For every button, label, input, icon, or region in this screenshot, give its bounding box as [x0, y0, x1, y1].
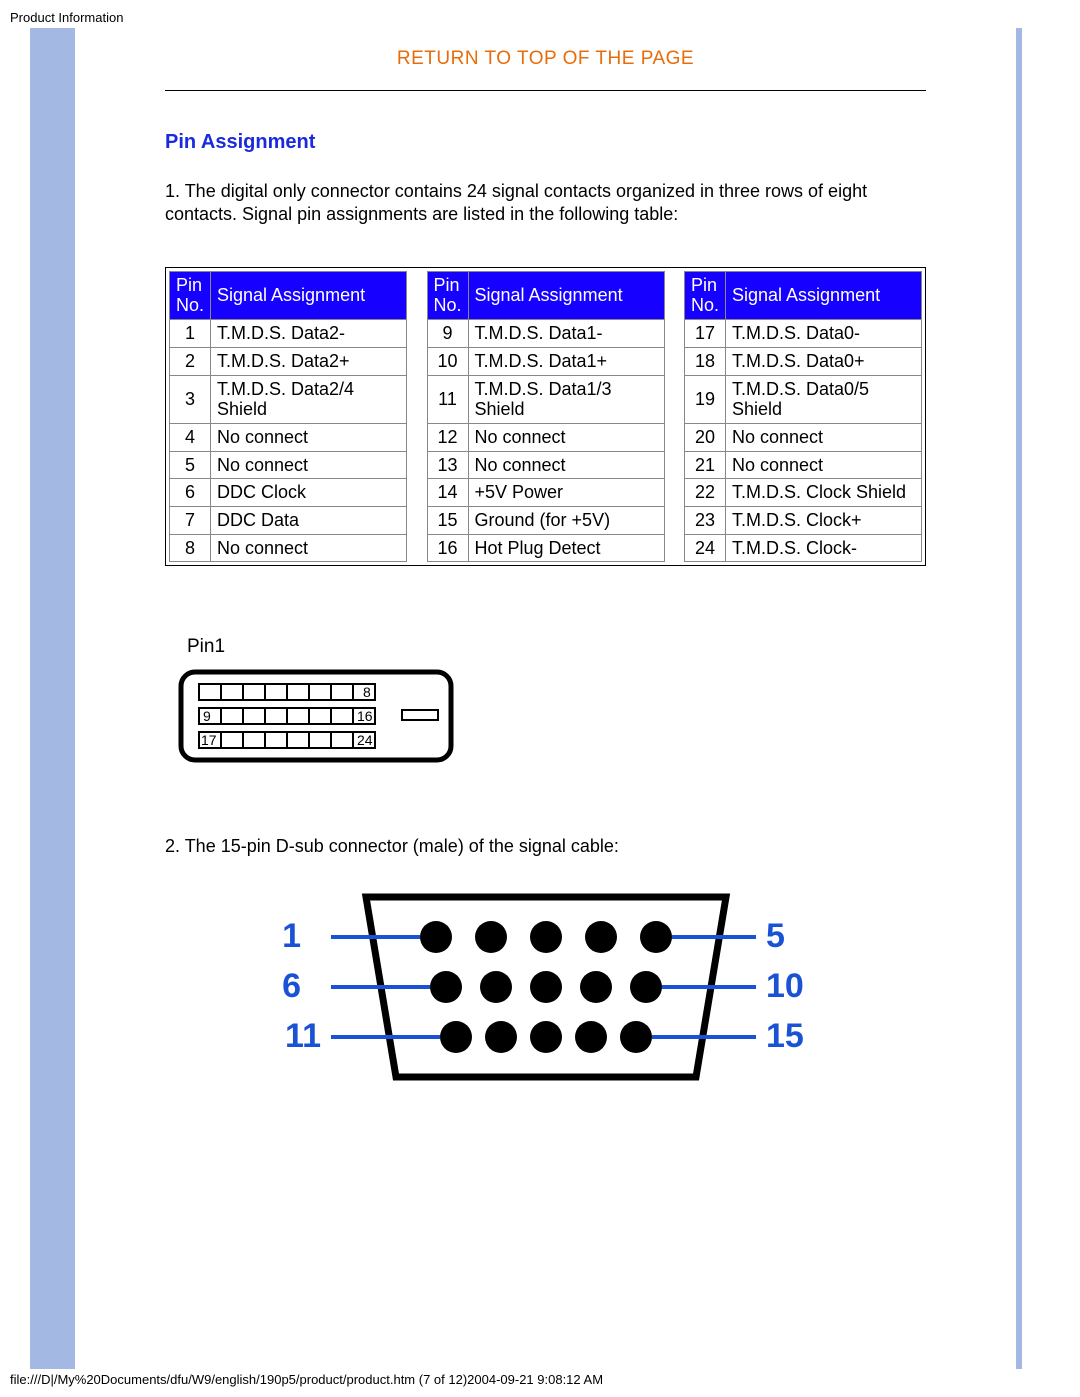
vga-label-6: 6 — [282, 967, 301, 1005]
vga-label-11: 11 — [285, 1017, 321, 1055]
table-row: 8No connect — [170, 534, 407, 562]
main-content: RETURN TO TOP OF THE PAGE Pin Assignment… — [75, 28, 1016, 1369]
table-row: 23T.M.D.S. Clock+ — [685, 506, 922, 534]
sidebar-accent-right — [1016, 28, 1022, 1369]
table-row: 24T.M.D.S. Clock- — [685, 534, 922, 562]
section-title: Pin Assignment — [165, 131, 926, 154]
divider — [165, 90, 926, 91]
vga-label-10: 10 — [766, 967, 804, 1005]
table-row: 21No connect — [685, 451, 922, 479]
table-row: 12No connect — [427, 423, 664, 451]
dvi-pin-24: 24 — [357, 732, 373, 748]
dvi-connector-icon: 8 9 16 17 24 — [177, 666, 517, 771]
page-header: Product Information — [10, 10, 123, 25]
table-row: 15Ground (for +5V) — [427, 506, 664, 534]
table-row: 10T.M.D.S. Data1+ — [427, 347, 664, 375]
table-row: 22T.M.D.S. Clock Shield — [685, 479, 922, 507]
table-row: 17T.M.D.S. Data0- — [685, 320, 922, 348]
table-row: 5No connect — [170, 451, 407, 479]
th-sig: Signal Assignment — [468, 271, 664, 319]
table-row: 2T.M.D.S. Data2+ — [170, 347, 407, 375]
dvi-connector-figure: Pin1 8 9 16 17 24 — [165, 636, 926, 776]
table-row: 3T.M.D.S. Data2/4 Shield — [170, 375, 407, 423]
table-row: 14+5V Power — [427, 479, 664, 507]
return-to-top-wrap: RETURN TO TOP OF THE PAGE — [165, 48, 926, 70]
table-row: 7DDC Data — [170, 506, 407, 534]
intro-text-2: 2. The 15-pin D-sub connector (male) of … — [165, 836, 926, 857]
table-row: 16Hot Plug Detect — [427, 534, 664, 562]
vga-label-5: 5 — [766, 917, 785, 955]
table-row: 20No connect — [685, 423, 922, 451]
page-footer: file:///D|/My%20Documents/dfu/W9/english… — [10, 1372, 603, 1387]
dvi-pin-16: 16 — [357, 708, 373, 724]
dvi-pin1-label: Pin1 — [187, 636, 926, 658]
table-row: 19T.M.D.S. Data0/5 Shield — [685, 375, 922, 423]
th-sig: Signal Assignment — [211, 271, 407, 319]
pin-table-2: Pin No.Signal Assignment 9T.M.D.S. Data1… — [427, 271, 665, 563]
vga-label-1: 1 — [282, 917, 301, 955]
dvi-pin-9: 9 — [203, 708, 211, 724]
return-to-top-link[interactable]: RETURN TO TOP OF THE PAGE — [397, 48, 694, 69]
table-row: 4No connect — [170, 423, 407, 451]
table-row: 6DDC Clock — [170, 479, 407, 507]
table-row: 11T.M.D.S. Data1/3 Shield — [427, 375, 664, 423]
th-sig: Signal Assignment — [726, 271, 922, 319]
table-row: 18T.M.D.S. Data0+ — [685, 347, 922, 375]
pin-table-1: Pin No.Signal Assignment 1T.M.D.S. Data2… — [169, 271, 407, 563]
intro-text-1: 1. The digital only connector contains 2… — [165, 180, 926, 227]
dvi-pin-17: 17 — [201, 732, 217, 748]
th-pin: Pin No. — [170, 271, 211, 319]
table-row: 1T.M.D.S. Data2- — [170, 320, 407, 348]
pin-tables-container: Pin No.Signal Assignment 1T.M.D.S. Data2… — [165, 267, 926, 567]
th-pin: Pin No. — [427, 271, 468, 319]
table-row: 9T.M.D.S. Data1- — [427, 320, 664, 348]
vga-connector-icon: 1 6 11 5 10 15 — [246, 877, 846, 1097]
dvi-pin-8: 8 — [363, 684, 371, 700]
table-row: 13No connect — [427, 451, 664, 479]
vga-label-15: 15 — [766, 1017, 804, 1055]
th-pin: Pin No. — [685, 271, 726, 319]
sidebar-accent-left — [30, 28, 75, 1369]
pin-table-3: Pin No.Signal Assignment 17T.M.D.S. Data… — [684, 271, 922, 563]
